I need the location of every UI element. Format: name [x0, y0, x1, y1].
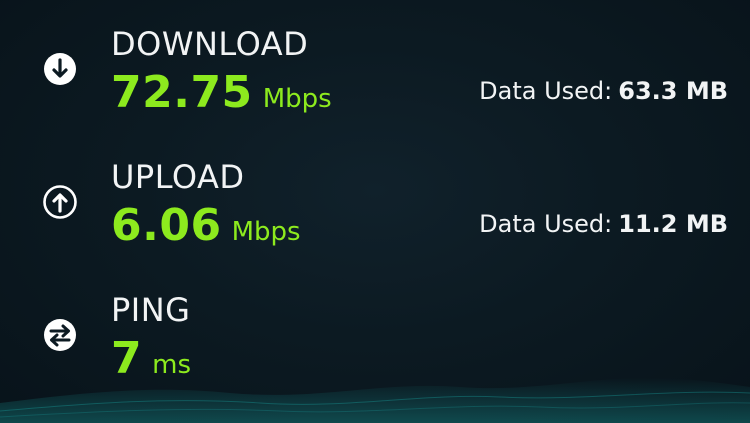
- download-value: 72.75: [111, 67, 253, 118]
- download-data-used: Data Used: 63.3 MB: [479, 76, 728, 106]
- download-arrow-icon: [42, 51, 78, 87]
- download-data-used-value: 63.3 MB: [618, 77, 728, 105]
- upload-row: UPLOAD 6.06 Mbps Data Used: 11.2 MB: [0, 157, 750, 277]
- ping-arrows-icon: [42, 317, 78, 353]
- ping-unit: ms: [152, 350, 191, 380]
- download-speed: 72.75 Mbps: [111, 68, 332, 127]
- download-data-used-label: Data Used:: [479, 77, 613, 105]
- ping-value: 7: [111, 333, 143, 384]
- upload-arrow-icon: [42, 184, 78, 220]
- upload-data-used-value: 11.2 MB: [618, 210, 728, 238]
- ping-row: PING 7 ms: [0, 290, 750, 410]
- upload-speed: 6.06 Mbps: [111, 201, 301, 260]
- download-row: DOWNLOAD 72.75 Mbps Data Used: 63.3 MB: [0, 24, 750, 144]
- upload-value: 6.06: [111, 200, 222, 251]
- upload-data-used: Data Used: 11.2 MB: [479, 209, 728, 239]
- upload-unit: Mbps: [231, 217, 301, 247]
- download-unit: Mbps: [262, 84, 332, 114]
- ping-latency: 7 ms: [111, 334, 191, 393]
- download-label: DOWNLOAD: [111, 25, 309, 63]
- upload-data-used-label: Data Used:: [479, 210, 613, 238]
- ping-label: PING: [111, 291, 191, 329]
- upload-label: UPLOAD: [111, 158, 245, 196]
